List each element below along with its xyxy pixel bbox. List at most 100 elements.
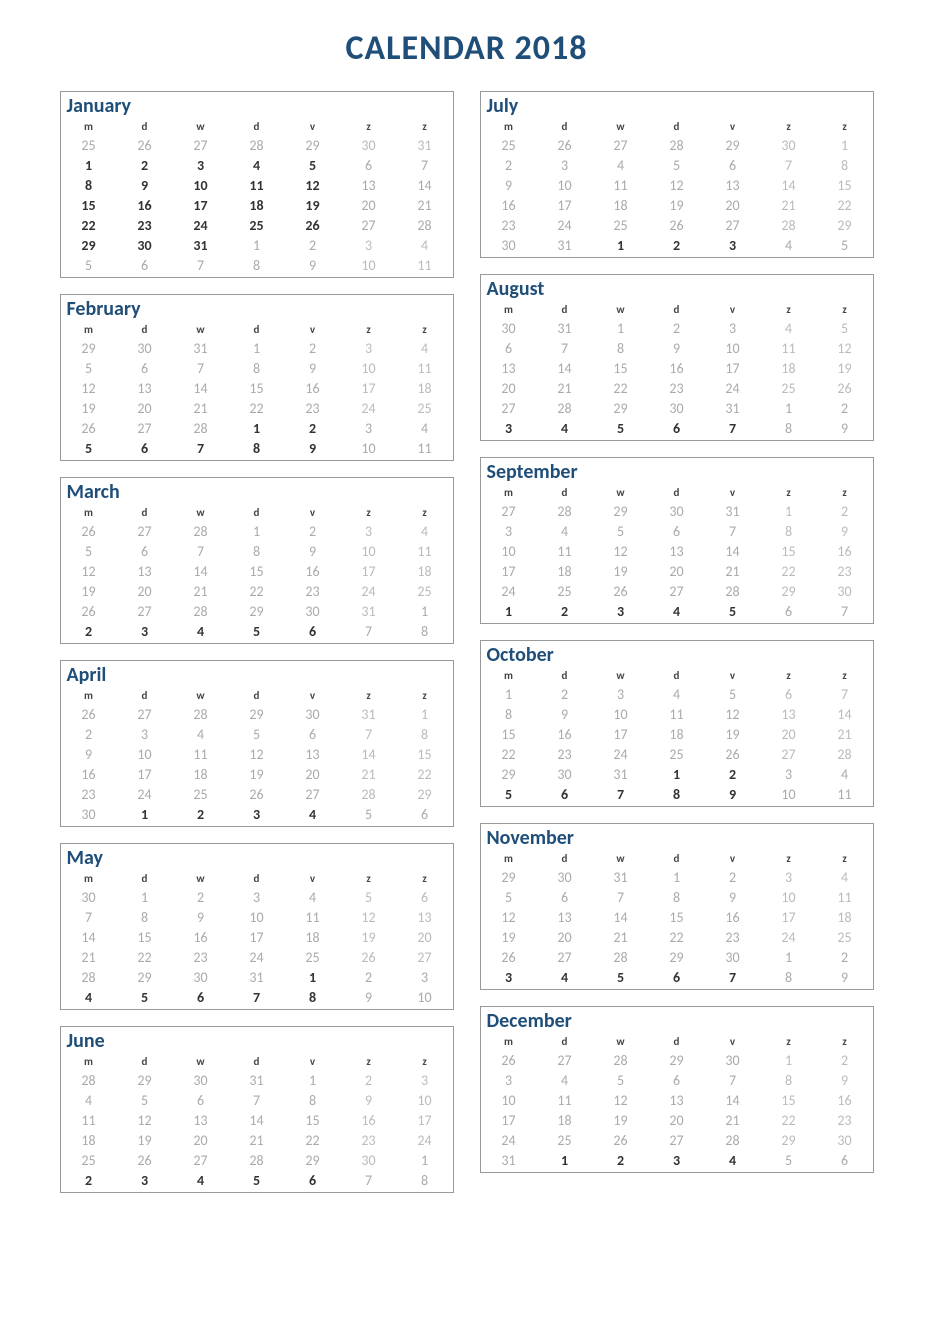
- week-row: 16171819202122: [61, 764, 453, 784]
- week-row: 22232425262728: [61, 215, 453, 235]
- day-header: m: [61, 118, 117, 135]
- day-cell: 18: [537, 561, 593, 581]
- month-march: Marchmdwdvzz2627281234567891011121314151…: [60, 477, 454, 644]
- day-cell: 31: [481, 1150, 537, 1170]
- day-cell: 7: [593, 784, 649, 804]
- day-cell: 2: [341, 967, 397, 987]
- day-header: m: [481, 484, 537, 501]
- day-cell: 31: [229, 967, 285, 987]
- week-row: 303112345: [481, 235, 873, 255]
- day-cell: 9: [817, 418, 873, 438]
- day-cell: 5: [649, 155, 705, 175]
- day-cell: 6: [649, 521, 705, 541]
- day-cell: 29: [61, 235, 117, 255]
- day-cell: 5: [341, 804, 397, 824]
- day-cell: 7: [705, 418, 761, 438]
- day-cell: 3: [481, 521, 537, 541]
- week-row: 567891011: [481, 887, 873, 907]
- day-cell: 20: [649, 561, 705, 581]
- day-header: d: [537, 667, 593, 684]
- day-cell: 31: [593, 764, 649, 784]
- day-cell: 7: [817, 601, 873, 621]
- day-cell: 29: [117, 967, 173, 987]
- week-row: 19202122232425: [61, 581, 453, 601]
- day-cell: 27: [117, 418, 173, 438]
- day-header: w: [593, 1033, 649, 1050]
- day-cell: 13: [173, 1110, 229, 1130]
- week-row: 19202122232425: [481, 927, 873, 947]
- month-name: September: [481, 458, 873, 484]
- day-cell: 11: [173, 744, 229, 764]
- day-cell: 2: [817, 398, 873, 418]
- day-cell: 9: [285, 255, 341, 275]
- week-row: 28293031123: [61, 1070, 453, 1090]
- day-cell: 5: [229, 1170, 285, 1190]
- day-cell: 6: [117, 438, 173, 458]
- day-cell: 17: [341, 561, 397, 581]
- day-cell: 21: [61, 947, 117, 967]
- day-cell: 18: [61, 1130, 117, 1150]
- day-cell: 29: [593, 501, 649, 521]
- day-cell: 1: [761, 398, 817, 418]
- day-cell: 2: [173, 887, 229, 907]
- day-cell: 28: [705, 581, 761, 601]
- day-cell: 2: [173, 804, 229, 824]
- day-cell: 15: [117, 927, 173, 947]
- day-cell: 16: [537, 724, 593, 744]
- day-cell: 11: [61, 1110, 117, 1130]
- day-header: z: [341, 687, 397, 704]
- day-cell: 5: [229, 621, 285, 641]
- day-cell: 18: [537, 1110, 593, 1130]
- day-cell: 26: [537, 135, 593, 155]
- day-cell: 10: [341, 541, 397, 561]
- day-cell: 8: [649, 887, 705, 907]
- day-cell: 4: [537, 521, 593, 541]
- day-cell: 31: [593, 867, 649, 887]
- day-cell: 17: [481, 561, 537, 581]
- day-cell: 5: [117, 1090, 173, 1110]
- day-cell: 3: [705, 318, 761, 338]
- month-name: August: [481, 275, 873, 301]
- day-cell: 11: [397, 541, 453, 561]
- day-cell: 9: [285, 541, 341, 561]
- day-cell: 27: [593, 135, 649, 155]
- day-cell: 30: [705, 947, 761, 967]
- day-cell: 28: [173, 418, 229, 438]
- day-cell: 5: [61, 541, 117, 561]
- day-header: d: [229, 321, 285, 338]
- day-cell: 9: [705, 887, 761, 907]
- day-cell: 2: [285, 338, 341, 358]
- week-row: 16171819202122: [481, 195, 873, 215]
- day-cell: 6: [537, 887, 593, 907]
- day-cell: 6: [117, 358, 173, 378]
- day-cell: 1: [593, 318, 649, 338]
- day-cell: 30: [173, 1070, 229, 1090]
- day-cell: 5: [229, 724, 285, 744]
- day-cell: 18: [173, 764, 229, 784]
- day-cell: 18: [397, 378, 453, 398]
- day-cell: 29: [481, 764, 537, 784]
- day-header: z: [817, 667, 873, 684]
- week-row: 262728293012: [481, 947, 873, 967]
- week-row: 15161718192021: [481, 724, 873, 744]
- day-cell: 4: [173, 724, 229, 744]
- week-row: 2930311234: [61, 338, 453, 358]
- week-row: 17181920212223: [481, 1110, 873, 1130]
- day-cell: 2: [537, 601, 593, 621]
- day-cell: 4: [537, 967, 593, 987]
- month-grid: mdwdvzz293031123456789101112131415161718…: [61, 321, 453, 458]
- day-header: z: [761, 1033, 817, 1050]
- day-cell: 29: [229, 704, 285, 724]
- day-cell: 5: [593, 967, 649, 987]
- week-row: 2345678: [61, 621, 453, 641]
- week-row: 12131415161718: [61, 378, 453, 398]
- day-cell: 2: [705, 764, 761, 784]
- day-header: w: [593, 850, 649, 867]
- week-row: 18192021222324: [61, 1130, 453, 1150]
- day-cell: 1: [649, 867, 705, 887]
- day-cell: 5: [61, 255, 117, 275]
- day-cell: 26: [285, 215, 341, 235]
- day-cell: 12: [61, 378, 117, 398]
- day-cell: 14: [537, 358, 593, 378]
- day-cell: 29: [397, 784, 453, 804]
